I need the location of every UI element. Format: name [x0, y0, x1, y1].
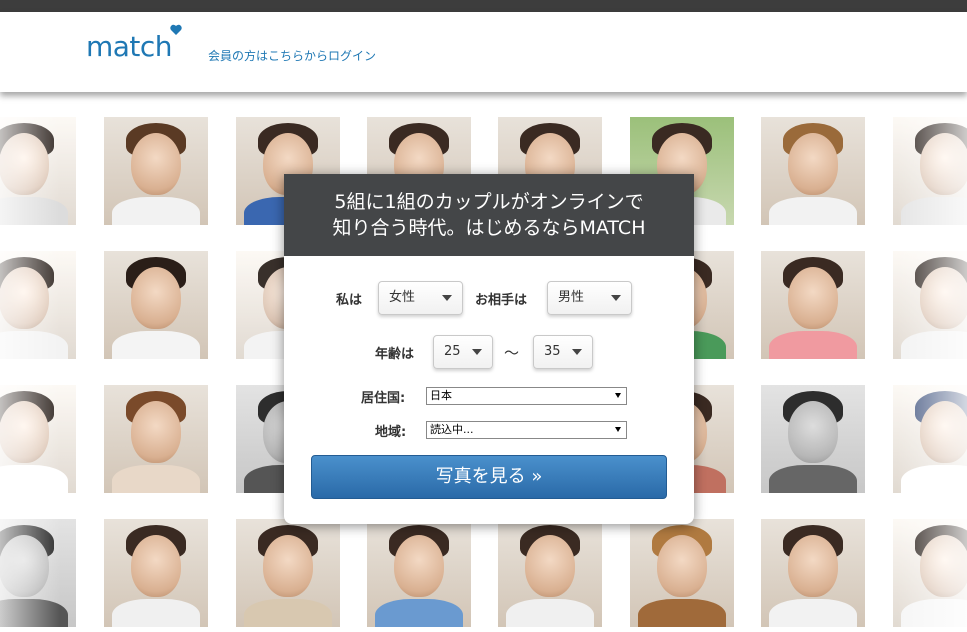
i-am-select[interactable]: 女性: [378, 281, 463, 315]
dropdown-arrow-icon: [615, 393, 621, 398]
age-max-select[interactable]: 35: [533, 335, 593, 369]
chevron-down-icon: [611, 295, 621, 301]
age-label: 年齢は: [375, 347, 415, 362]
search-panel: 5組に1組のカップルがオンラインで 知り合う時代。はじめるならMATCH 私は …: [284, 174, 694, 524]
member-photo: [761, 385, 865, 493]
country-select[interactable]: 日本: [426, 387, 627, 405]
logo-text: match: [86, 30, 173, 63]
heart-icon: [170, 24, 182, 35]
age-max-value: 35: [544, 344, 561, 359]
seeking-value: 男性: [558, 290, 585, 305]
match-logo[interactable]: match: [86, 24, 182, 63]
region-value: 読込中...: [430, 423, 474, 436]
i-am-label: 私は: [336, 293, 363, 308]
age-min-select[interactable]: 25: [433, 335, 493, 369]
chevron-down-icon: [572, 349, 582, 355]
chevron-down-icon: [442, 295, 452, 301]
country-label: 居住国:: [361, 391, 406, 406]
headline-line-2: 知り合う時代。はじめるならMATCH: [332, 217, 646, 239]
top-bar: [0, 0, 967, 12]
age-range-separator: 〜: [504, 344, 520, 362]
site-header: match 会員の方はこちらからログイン: [0, 12, 967, 92]
left-fade-overlay: [0, 117, 60, 632]
member-photo: [236, 519, 340, 627]
view-photos-button[interactable]: 写真を見る »: [311, 455, 667, 499]
seeking-select[interactable]: 男性: [547, 281, 632, 315]
member-photo: [761, 117, 865, 225]
country-value: 日本: [430, 389, 452, 402]
member-login-link[interactable]: 会員の方はこちらからログイン: [208, 47, 376, 64]
member-photo: [104, 385, 208, 493]
region-label: 地域:: [375, 425, 407, 440]
dropdown-arrow-icon: [615, 427, 621, 432]
i-am-value: 女性: [389, 290, 416, 305]
seeking-label: お相手は: [475, 293, 528, 308]
member-photo: [367, 519, 471, 627]
member-photo: [104, 117, 208, 225]
member-photo: [761, 519, 865, 627]
region-select[interactable]: 読込中...: [426, 421, 627, 439]
member-photo: [630, 519, 734, 627]
headline-line-1: 5組に1組のカップルがオンラインで: [334, 191, 644, 213]
member-photo: [498, 519, 602, 627]
age-min-value: 25: [444, 344, 461, 359]
right-fade-overlay: [897, 117, 967, 632]
panel-headline: 5組に1組のカップルがオンラインで 知り合う時代。はじめるならMATCH: [284, 174, 694, 256]
member-photo: [104, 251, 208, 359]
chevron-down-icon: [472, 349, 482, 355]
member-photo: [761, 251, 865, 359]
member-photo: [104, 519, 208, 627]
